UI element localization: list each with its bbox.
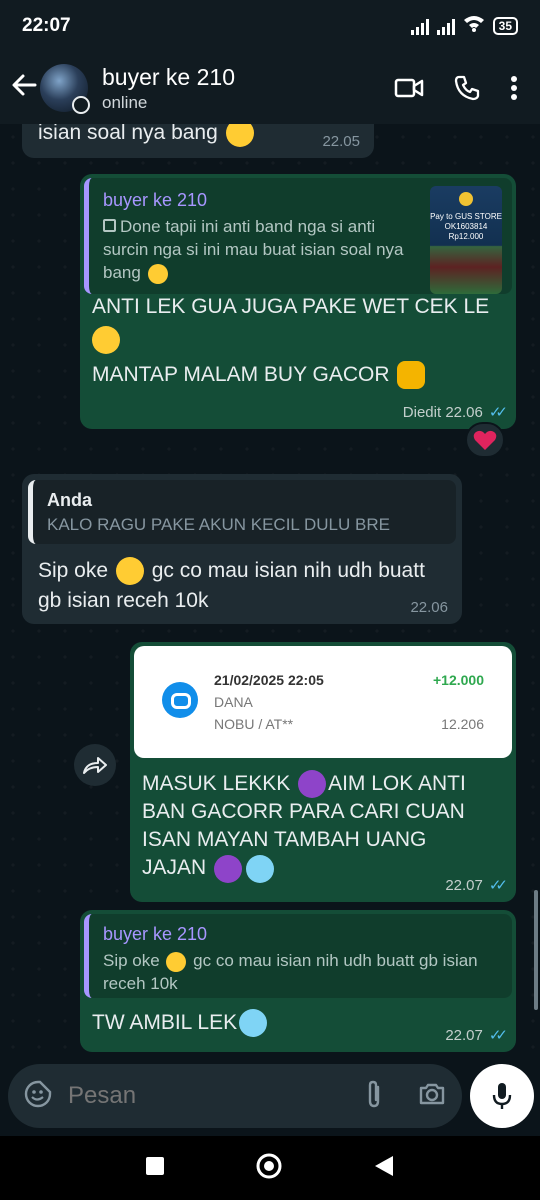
smiling-devil-emoji-icon xyxy=(214,854,243,883)
message-time: 22.07 xyxy=(445,876,483,894)
receipt-balance: 12.206 xyxy=(441,716,484,732)
message-outgoing[interactable]: buyer ke 210 Sip oke gc co mau isian nih… xyxy=(80,910,516,1052)
mic-icon xyxy=(492,1083,512,1109)
attach-icon[interactable] xyxy=(364,1079,384,1114)
reply-quote[interactable]: Anda KALO RAGU PAKE AKUN KECIL DULU BRE xyxy=(28,480,456,544)
message-text: TW AMBIL LEK xyxy=(92,1011,238,1034)
phone-icon[interactable] xyxy=(454,75,480,101)
quote-thumbnail: Pay to GUS STORE OK1603814 Rp12.000 xyxy=(430,186,502,294)
quote-author: Anda xyxy=(47,490,92,510)
receipt-date: 21/02/2025 22:05 xyxy=(214,672,324,688)
message-time: 22.05 xyxy=(322,133,360,150)
quote-text: KALO RAGU PAKE AKUN KECIL DULU BRE xyxy=(47,515,390,534)
reaction-badge[interactable] xyxy=(465,422,505,458)
system-nav-bar xyxy=(0,1136,540,1200)
message-text-line: MANTAP MALAM BUY GACOR xyxy=(92,363,390,386)
message-text-line: BAN GACORR PARA CARI CUAN xyxy=(142,800,465,824)
receipt-account: NOBU / AT** xyxy=(214,716,294,732)
signal-icon xyxy=(410,17,429,35)
quote-text: Sip oke xyxy=(103,951,160,970)
reply-quote[interactable]: buyer ke 210 Sip oke gc co mau isian nih… xyxy=(84,914,512,998)
receipt-bank: DANA xyxy=(214,694,253,710)
contact-info[interactable]: buyer ke 210 online xyxy=(102,64,235,113)
status-bar: 22:07 35 xyxy=(0,0,540,52)
thumb-line-3: Rp12.000 xyxy=(448,232,484,241)
scrollbar[interactable] xyxy=(534,890,538,1010)
sad-face-emoji-icon xyxy=(225,124,254,148)
message-incoming[interactable]: isian soal nya bang 22.05 xyxy=(22,124,374,158)
camera-icon[interactable] xyxy=(418,1082,446,1111)
chat-area[interactable]: isian soal nya bang 22.05 buyer ke 210 D… xyxy=(0,124,540,1064)
kissing-face-emoji-icon xyxy=(92,326,120,354)
forward-icon[interactable] xyxy=(74,744,116,786)
message-text: Sip oke xyxy=(38,559,109,582)
avatar[interactable] xyxy=(40,64,90,114)
wifi-icon xyxy=(463,14,485,38)
header-actions xyxy=(394,75,540,101)
status-icons: 35 xyxy=(410,14,518,38)
fist-emoji-icon xyxy=(397,361,426,390)
message-text-line: ANTI LEK GUA JUGA PAKE WET CEK LE xyxy=(92,295,490,318)
message-outgoing[interactable]: buyer ke 210 Done tapii ini anti band ng… xyxy=(80,174,516,429)
message-incoming[interactable]: Anda KALO RAGU PAKE AKUN KECIL DULU BRE … xyxy=(22,474,462,624)
smiling-devil-emoji-icon xyxy=(298,770,327,799)
message-time: 22.06 xyxy=(410,599,448,616)
mic-button[interactable] xyxy=(470,1064,534,1128)
quote-text: gc co mau isian nih udh buatt gb isian r… xyxy=(103,951,478,993)
dana-logo-icon xyxy=(162,682,198,718)
contact-presence: online xyxy=(102,92,148,112)
nav-square-icon[interactable] xyxy=(145,1156,165,1181)
coin-icon xyxy=(459,192,473,206)
money-mouth-emoji-icon xyxy=(115,557,144,586)
message-text-line: MASUK LEKKK xyxy=(142,772,291,795)
signal-icon-2 xyxy=(436,17,455,35)
cold-face-emoji-icon xyxy=(246,854,275,883)
message-text: isian soal nya bang xyxy=(38,124,218,144)
message-composer[interactable] xyxy=(8,1064,462,1128)
message-edited-time: Diedit 22.06 xyxy=(402,403,483,421)
more-vert-icon[interactable] xyxy=(510,75,518,101)
nav-home-icon[interactable] xyxy=(255,1152,283,1185)
status-ring-icon xyxy=(72,96,90,114)
double-check-icon: ✓✓ xyxy=(488,1027,508,1044)
chat-header: buyer ke 210 online xyxy=(0,52,540,124)
image-icon xyxy=(103,219,116,232)
thumb-line-1: Pay to GUS STORE xyxy=(430,212,502,221)
status-time: 22:07 xyxy=(22,15,71,36)
battery-icon: 35 xyxy=(492,17,518,35)
message-text-line: ISAN MAYAN TAMBAH UANG xyxy=(142,828,427,852)
payment-receipt-image[interactable]: 21/02/2025 22:05 DANA NOBU / AT** +12.00… xyxy=(134,646,512,758)
receipt-amount: +12.000 xyxy=(433,672,484,688)
money-mouth-emoji-icon xyxy=(166,951,187,972)
message-outgoing[interactable]: 21/02/2025 22:05 DANA NOBU / AT** +12.00… xyxy=(130,642,516,902)
quote-author: buyer ke 210 xyxy=(103,924,208,944)
reply-quote[interactable]: buyer ke 210 Done tapii ini anti band ng… xyxy=(84,178,512,294)
message-input[interactable] xyxy=(68,1082,338,1110)
thumb-line-2: OK1603814 xyxy=(444,222,488,231)
double-check-icon: ✓✓ xyxy=(488,404,508,421)
video-call-icon[interactable] xyxy=(394,77,424,99)
message-time: 22.07 xyxy=(445,1026,483,1044)
sticker-icon[interactable] xyxy=(24,1080,52,1113)
cold-face-emoji-icon xyxy=(239,1009,268,1038)
heart-icon xyxy=(473,430,497,450)
nav-back-icon[interactable] xyxy=(373,1154,395,1183)
contact-name: buyer ke 210 xyxy=(102,63,235,90)
message-text-line: JAJAN xyxy=(142,856,207,880)
quote-author: buyer ke 210 xyxy=(103,190,208,210)
message-text-line: AIM LOK ANTI xyxy=(328,772,466,795)
double-check-icon: ✓✓ xyxy=(488,877,508,894)
sad-face-emoji-icon xyxy=(147,263,168,284)
